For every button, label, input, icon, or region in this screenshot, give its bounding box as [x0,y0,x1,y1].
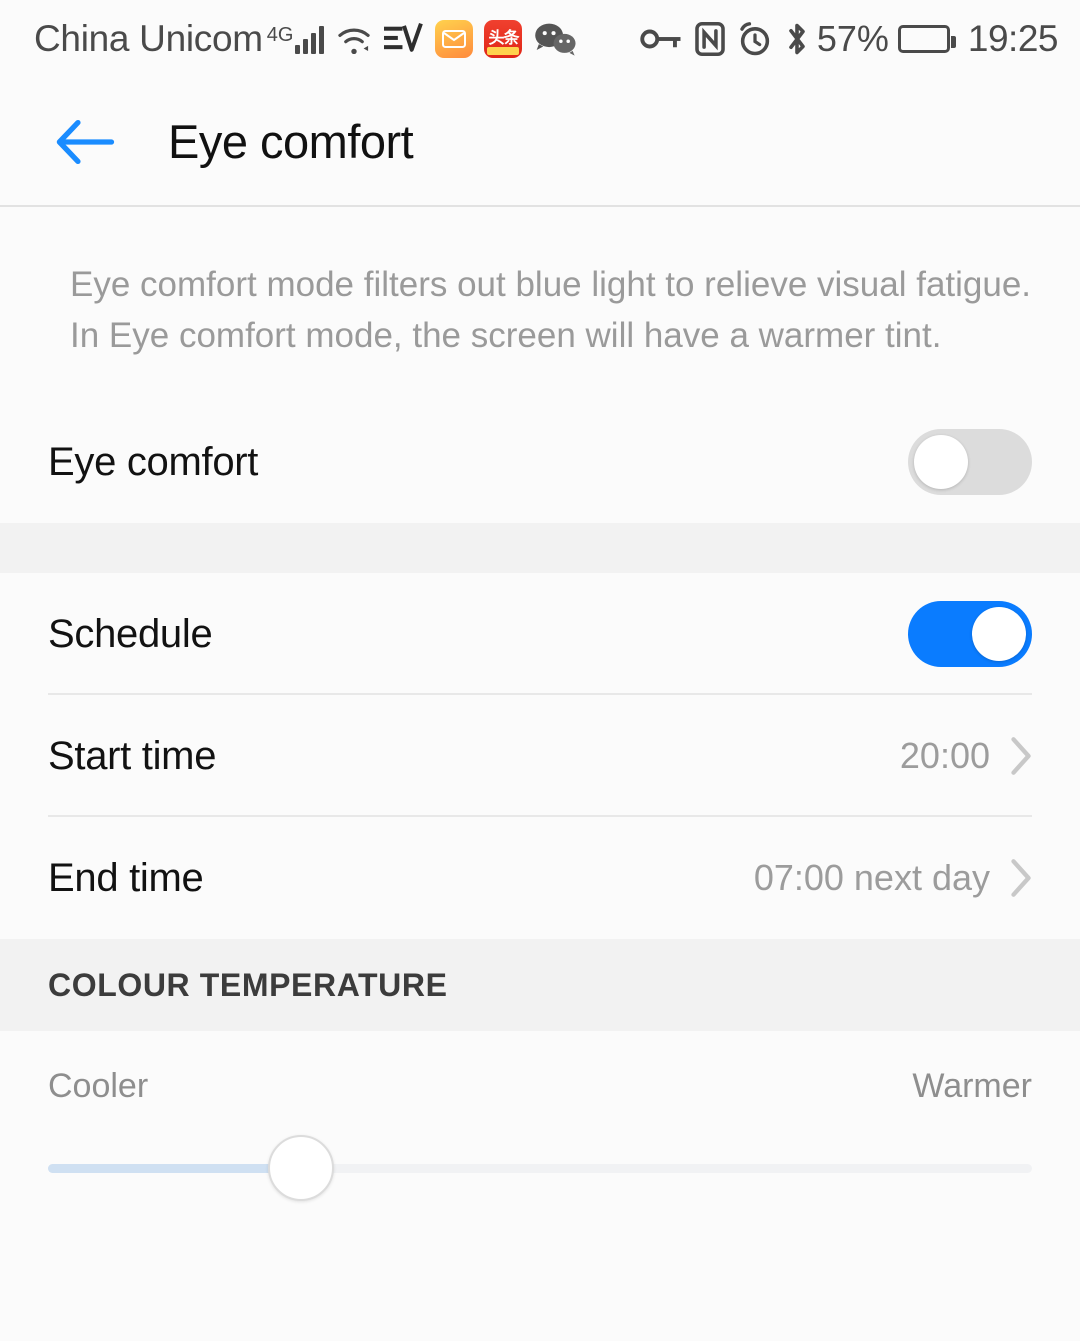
warmer-label: Warmer [912,1067,1032,1105]
status-bar-right: 57% 19:25 [627,18,1059,60]
wifi-icon [335,24,373,54]
eye-comfort-toggle[interactable] [908,429,1032,495]
mail-app-icon [435,20,474,58]
row-start-time[interactable]: Start time 20:00 [0,695,1080,817]
signal-bars-icon [295,24,325,54]
row-eye-comfort[interactable]: Eye comfort [0,401,1080,523]
toggle-knob [914,435,968,489]
back-button[interactable] [52,109,118,175]
end-time-right: 07:00 next day [754,857,1032,899]
wechat-app-icon [533,22,577,56]
end-time-value: 07:00 next day [753,857,990,898]
page-title: Eye comfort [168,115,414,168]
slider-labels: Cooler Warmer [48,1067,1032,1106]
slider-track-fill [48,1164,301,1173]
toutiao-label: 头条 [488,30,519,47]
chevron-right-icon [1010,858,1032,898]
toutiao-app-icon: 头条 [484,20,523,58]
section-separator [0,523,1080,573]
eye-comfort-section: Eye comfort mode filters out blue light … [0,207,1080,523]
carrier-label: China Unicom [34,18,263,59]
start-time-right: 20:00 [900,735,1032,777]
page-header: Eye comfort [0,78,1080,207]
colour-temperature-header: COLOUR TEMPERATURE [0,939,1080,1031]
chevron-right-icon [1010,736,1032,776]
row-schedule[interactable]: Schedule [0,573,1080,695]
start-time-label: Start time [48,733,217,778]
battery-icon [897,25,956,53]
network-type-label: 4G [266,24,294,46]
ev-app-icon [384,22,424,56]
schedule-toggle[interactable] [908,601,1032,667]
eye-comfort-label: Eye comfort [48,439,259,484]
row-end-time[interactable]: End time 07:00 next day [0,817,1080,939]
nfc-icon [695,22,725,56]
clock-label: 19:25 [967,18,1059,59]
slider-thumb[interactable] [267,1135,334,1201]
colour-temperature-block: Cooler Warmer [0,1031,1080,1231]
schedule-section: Schedule Start time 20:00 End time 07:00… [0,573,1080,939]
vpn-key-icon [640,26,682,52]
battery-percent-label: 57% [816,18,889,59]
schedule-label: Schedule [48,611,213,656]
end-time-label: End time [48,855,204,900]
cooler-label: Cooler [48,1067,149,1105]
status-bar-left: China Unicom 4G 头条 [34,18,627,60]
colour-temperature-title: COLOUR TEMPERATURE [48,966,448,1003]
start-time-value: 20:00 [899,735,990,776]
colour-temperature-slider[interactable] [48,1135,1032,1231]
status-bar: China Unicom 4G 头条 57% 19:25 [0,0,1080,78]
toggle-knob [972,607,1026,661]
description-text: Eye comfort mode filters out blue light … [70,265,1032,355]
bluetooth-icon [785,21,809,57]
back-arrow-icon [56,119,115,164]
alarm-clock-icon [738,22,772,56]
